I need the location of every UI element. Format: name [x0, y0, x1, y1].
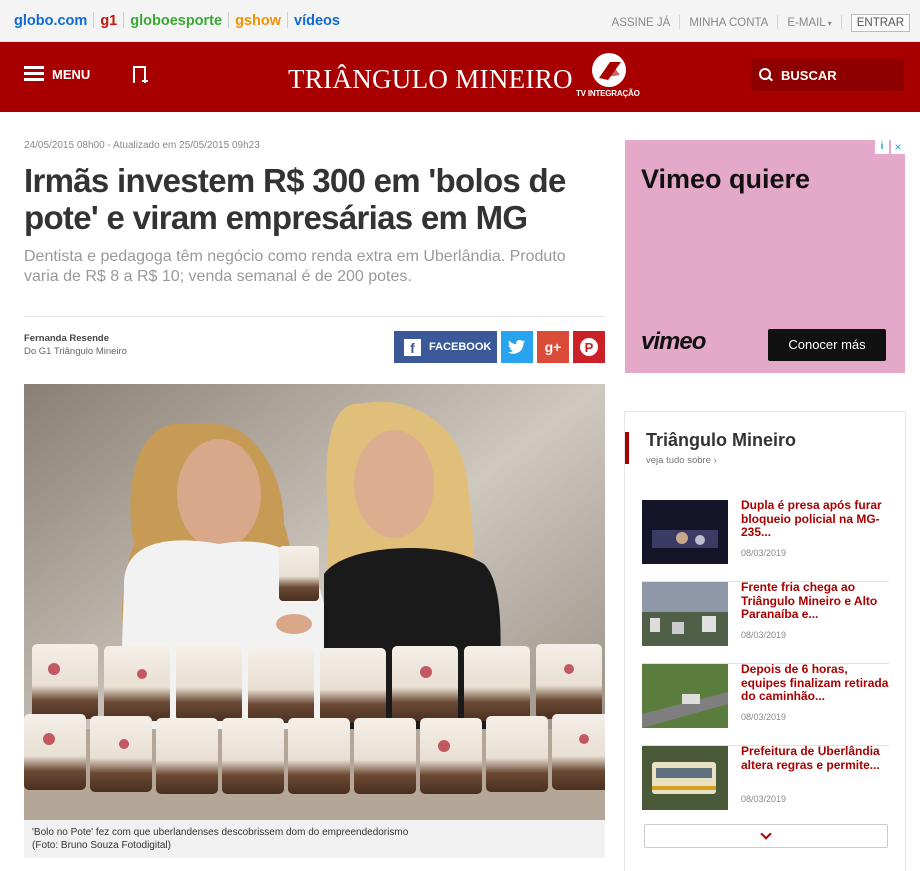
divider	[24, 316, 605, 317]
email-label: E-MAIL	[787, 17, 826, 29]
brand-g1-link[interactable]: g1	[100, 13, 117, 29]
search-icon	[759, 68, 773, 82]
chevron-down-icon: ▾	[827, 19, 832, 28]
advertisement[interactable]: i × Vimeo quiere vimeo Conocer más	[625, 140, 905, 373]
brand-links: globo.com g1 globoesporte gshow vídeos	[14, 12, 340, 29]
adchoices-icon[interactable]: i	[875, 140, 889, 154]
article-dateline: 24/05/2015 08h00 - Atualizado em 25/05/2…	[24, 140, 260, 151]
gplus-share-button[interactable]: g+	[537, 331, 569, 363]
tv-logo-text: TV INTEGRAÇÃO	[576, 89, 640, 98]
divider	[228, 12, 230, 28]
tv-integracao-logo[interactable]: TV INTEGRAÇÃO	[576, 53, 646, 103]
pinterest-icon: P	[580, 338, 598, 356]
search-label: BUSCAR	[781, 67, 837, 83]
caption-credit: (Foto: Bruno Souza Fotodigital)	[32, 840, 171, 851]
facebook-icon: f	[404, 338, 421, 356]
menu-label: MENU	[52, 66, 91, 82]
article-author: Fernanda Resende	[24, 333, 109, 344]
tv-logo-mark	[592, 53, 626, 87]
sidebar-title[interactable]: Triângulo Mineiro	[646, 430, 796, 451]
assine-link[interactable]: ASSINE JÁ	[612, 17, 671, 29]
account-links: ASSINE JÁ MINHA CONTA E-MAIL ▾ ENTRAR	[612, 14, 910, 32]
vimeo-logo: vimeo	[641, 328, 706, 355]
brand-gshow-link[interactable]: gshow	[235, 13, 281, 29]
news-headline[interactable]: Dupla é presa após furar bloqueio polici…	[741, 498, 891, 540]
gplus-icon: g+	[544, 339, 562, 355]
news-headline[interactable]: Depois de 6 horas, equipes finalizam ret…	[741, 662, 891, 704]
related-news-sidebar: Triângulo Mineiro veja tudo sobre › Dupl…	[624, 411, 906, 871]
hamburger-icon	[24, 66, 44, 82]
divider	[679, 15, 681, 29]
site-header: MENU TRIÂNGULO MINEIRO TV INTEGRAÇÃO BUS…	[0, 42, 920, 112]
accent-bar	[625, 432, 629, 464]
minha-conta-link[interactable]: MINHA CONTA	[689, 17, 768, 29]
divider	[840, 15, 842, 29]
email-link[interactable]: E-MAIL ▾	[787, 17, 831, 29]
load-more-button[interactable]	[644, 824, 888, 848]
globo-topbar: globo.com g1 globoesporte gshow vídeos ASSIN…	[0, 0, 920, 42]
facebook-share-button[interactable]: f FACEBOOK	[394, 331, 497, 363]
news-date: 08/03/2019	[741, 548, 787, 558]
close-icon[interactable]: ×	[891, 140, 905, 154]
pinterest-share-button[interactable]: P	[573, 331, 605, 363]
site-title[interactable]: TRIÂNGULO MINEIRO	[288, 64, 573, 95]
brand-globocom-link[interactable]: globo.com	[14, 13, 87, 29]
news-item[interactable]: Dupla é presa após furar bloqueio polici…	[642, 498, 891, 582]
article-photo[interactable]	[24, 384, 605, 820]
ad-cta-button[interactable]: Conocer más	[768, 329, 886, 361]
entrar-button[interactable]: ENTRAR	[850, 14, 910, 32]
bookmark-icon[interactable]	[133, 66, 148, 83]
news-thumbnail[interactable]	[642, 746, 728, 810]
news-headline[interactable]: Prefeitura de Uberlândia altera regras e…	[741, 744, 891, 772]
news-date: 08/03/2019	[741, 794, 787, 804]
news-date: 08/03/2019	[741, 712, 787, 722]
article-subtitle: Dentista e pedagoga têm negócio como ren…	[24, 248, 566, 285]
divider	[93, 12, 95, 28]
news-thumbnail[interactable]	[642, 582, 728, 646]
news-thumbnail[interactable]	[642, 500, 728, 564]
article-title: Irmãs investem R$ 300 em 'bolos de pote'…	[24, 162, 566, 236]
news-item[interactable]: Prefeitura de Uberlândia altera regras e…	[642, 744, 891, 828]
search-button[interactable]: BUSCAR	[751, 59, 904, 91]
news-date: 08/03/2019	[741, 630, 787, 640]
brand-videos-link[interactable]: vídeos	[294, 13, 340, 29]
photo-caption: 'Bolo no Pote' fez com que uberlandenses…	[24, 820, 605, 858]
divider	[777, 15, 779, 29]
twitter-share-button[interactable]	[501, 331, 533, 363]
facebook-share-label: FACEBOOK	[429, 341, 492, 353]
ad-title: Vimeo quiere	[641, 164, 811, 194]
brand-globoesporte-link[interactable]: globoesporte	[130, 13, 222, 29]
news-item[interactable]: Depois de 6 horas, equipes finalizam ret…	[642, 662, 891, 746]
menu-button[interactable]: MENU	[24, 66, 90, 82]
news-headline[interactable]: Frente fria chega ao Triângulo Mineiro e…	[741, 580, 891, 622]
caption-text: 'Bolo no Pote' fez com que uberlandenses…	[32, 827, 409, 838]
news-item[interactable]: Frente fria chega ao Triângulo Mineiro e…	[642, 580, 891, 664]
see-all-link[interactable]: veja tudo sobre ›	[646, 455, 717, 466]
news-thumbnail[interactable]	[642, 664, 728, 728]
divider	[287, 12, 288, 28]
divider	[123, 12, 125, 28]
article-affiliation: Do G1 Triângulo Mineiro	[24, 346, 127, 357]
twitter-icon	[508, 339, 525, 354]
